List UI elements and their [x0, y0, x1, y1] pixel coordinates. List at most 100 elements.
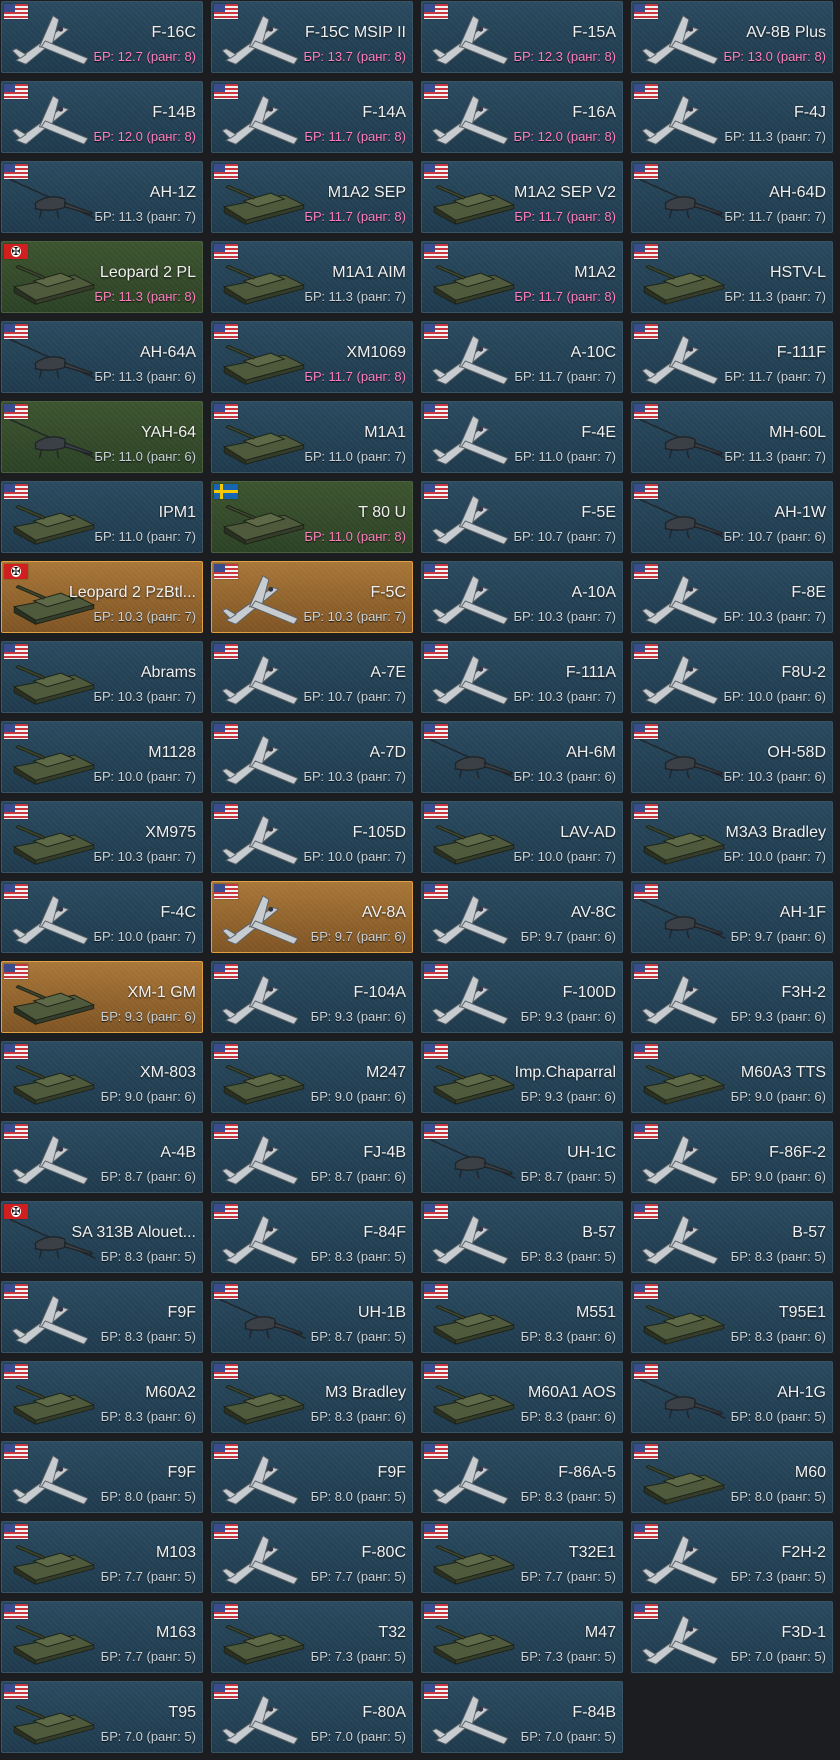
vehicle-card[interactable]: F3D-1 БР: 7.0 (ранг: 5) [631, 1601, 833, 1673]
vehicle-card[interactable]: M1A1 БР: 11.0 (ранг: 7) [211, 401, 413, 473]
usa-flag-icon [634, 324, 658, 339]
vehicle-card[interactable]: AV-8A БР: 9.7 (ранг: 6) [211, 881, 413, 953]
usa-flag-icon [424, 564, 448, 579]
vehicle-card[interactable]: F3H-2 БР: 9.3 (ранг: 6) [631, 961, 833, 1033]
vehicle-card[interactable]: F-111A БР: 10.3 (ранг: 7) [421, 641, 623, 713]
vehicle-card[interactable]: AH-1F БР: 9.7 (ранг: 6) [631, 881, 833, 953]
vehicle-card[interactable]: M247 БР: 9.0 (ранг: 6) [211, 1041, 413, 1113]
vehicle-card[interactable]: AH-1W БР: 10.7 (ранг: 6) [631, 481, 833, 553]
vehicle-card[interactable]: F-84F БР: 8.3 (ранг: 5) [211, 1201, 413, 1273]
usa-flag-icon [214, 1524, 238, 1539]
usa-flag-icon [214, 1124, 238, 1139]
vehicle-card[interactable]: T95E1 БР: 8.3 (ранг: 6) [631, 1281, 833, 1353]
vehicle-card[interactable]: M1A1 AIM БР: 11.3 (ранг: 7) [211, 241, 413, 313]
battle-rating: БР: 8.3 (ранг: 6) [100, 1409, 196, 1424]
vehicle-card[interactable]: B-57 БР: 8.3 (ранг: 5) [631, 1201, 833, 1273]
vehicle-card[interactable]: A-7D БР: 10.3 (ранг: 7) [211, 721, 413, 793]
vehicle-card[interactable]: F-5C БР: 10.3 (ранг: 7) [211, 561, 413, 633]
vehicle-card[interactable]: AH-1G БР: 8.0 (ранг: 5) [631, 1361, 833, 1433]
vehicle-card[interactable]: Leopard 2 PL БР: 11.3 (ранг: 8) [1, 241, 203, 313]
vehicle-card[interactable]: Imp.Chaparral БР: 9.3 (ранг: 6) [421, 1041, 623, 1113]
vehicle-card[interactable]: F-4C БР: 10.0 (ранг: 7) [1, 881, 203, 953]
vehicle-card[interactable]: AV-8B Plus БР: 13.0 (ранг: 8) [631, 1, 833, 73]
vehicle-card[interactable]: AH-64A БР: 11.3 (ранг: 6) [1, 321, 203, 393]
vehicle-card[interactable]: F9F БР: 8.3 (ранг: 5) [1, 1281, 203, 1353]
vehicle-card[interactable]: T95 БР: 7.0 (ранг: 5) [1, 1681, 203, 1753]
vehicle-card[interactable]: YAH-64 БР: 11.0 (ранг: 6) [1, 401, 203, 473]
vehicle-card[interactable]: UH-1C БР: 8.7 (ранг: 5) [421, 1121, 623, 1193]
vehicle-card[interactable]: XM-803 БР: 9.0 (ранг: 6) [1, 1041, 203, 1113]
vehicle-card[interactable]: F-5E БР: 10.7 (ранг: 7) [421, 481, 623, 553]
vehicle-card[interactable]: M103 БР: 7.7 (ранг: 5) [1, 1521, 203, 1593]
vehicle-name: F-86F-2 [769, 1144, 826, 1161]
vehicle-card[interactable]: F-4E БР: 11.0 (ранг: 7) [421, 401, 623, 473]
vehicle-card[interactable]: F-86A-5 БР: 8.3 (ранг: 5) [421, 1441, 623, 1513]
vehicle-card[interactable]: F-14B БР: 12.0 (ранг: 8) [1, 81, 203, 153]
vehicle-card[interactable]: IPM1 БР: 11.0 (ранг: 7) [1, 481, 203, 553]
vehicle-card[interactable]: F-104A БР: 9.3 (ранг: 6) [211, 961, 413, 1033]
vehicle-card[interactable]: MH-60L БР: 11.3 (ранг: 7) [631, 401, 833, 473]
vehicle-card[interactable]: AH-64D БР: 11.7 (ранг: 7) [631, 161, 833, 233]
vehicle-card[interactable]: Leopard 2 PzBtl... БР: 10.3 (ранг: 7) [1, 561, 203, 633]
vehicle-card[interactable]: A-4B БР: 8.7 (ранг: 6) [1, 1121, 203, 1193]
vehicle-card[interactable]: F-100D БР: 9.3 (ранг: 6) [421, 961, 623, 1033]
vehicle-card[interactable]: Abrams БР: 10.3 (ранг: 7) [1, 641, 203, 713]
vehicle-card[interactable]: M1A2 БР: 11.7 (ранг: 8) [421, 241, 623, 313]
vehicle-card[interactable]: M60A2 БР: 8.3 (ранг: 6) [1, 1361, 203, 1433]
usa-flag-icon [424, 1124, 448, 1139]
vehicle-card[interactable]: F-105D БР: 10.0 (ранг: 7) [211, 801, 413, 873]
vehicle-card[interactable]: F-86F-2 БР: 9.0 (ранг: 6) [631, 1121, 833, 1193]
vehicle-card[interactable]: UH-1B БР: 8.7 (ранг: 5) [211, 1281, 413, 1353]
vehicle-card[interactable]: T32E1 БР: 7.7 (ранг: 5) [421, 1521, 623, 1593]
vehicle-card[interactable]: F-8E БР: 10.3 (ранг: 7) [631, 561, 833, 633]
vehicle-card[interactable]: F-84B БР: 7.0 (ранг: 5) [421, 1681, 623, 1753]
vehicle-card[interactable]: A-10C БР: 11.7 (ранг: 7) [421, 321, 623, 393]
vehicle-card[interactable]: HSTV-L БР: 11.3 (ранг: 7) [631, 241, 833, 313]
vehicle-card[interactable]: F-80C БР: 7.7 (ранг: 5) [211, 1521, 413, 1593]
vehicle-card[interactable]: F-16A БР: 12.0 (ранг: 8) [421, 81, 623, 153]
vehicle-card[interactable]: F9F БР: 8.0 (ранг: 5) [211, 1441, 413, 1513]
vehicle-card[interactable]: F-80A БР: 7.0 (ранг: 5) [211, 1681, 413, 1753]
vehicle-card[interactable]: FJ-4B БР: 8.7 (ранг: 6) [211, 1121, 413, 1193]
vehicle-card[interactable]: M1A2 SEP БР: 11.7 (ранг: 8) [211, 161, 413, 233]
vehicle-card[interactable]: T32 БР: 7.3 (ранг: 5) [211, 1601, 413, 1673]
vehicle-card[interactable]: SA 313B Alouet... БР: 8.3 (ранг: 5) [1, 1201, 203, 1273]
vehicle-card[interactable]: M551 БР: 8.3 (ранг: 6) [421, 1281, 623, 1353]
vehicle-card[interactable]: F-4J БР: 11.3 (ранг: 7) [631, 81, 833, 153]
vehicle-card[interactable]: F-16C БР: 12.7 (ранг: 8) [1, 1, 203, 73]
vehicle-card[interactable]: XM-1 GM БР: 9.3 (ранг: 6) [1, 961, 203, 1033]
vehicle-card[interactable]: AH-6M БР: 10.3 (ранг: 6) [421, 721, 623, 793]
vehicle-card[interactable]: M47 БР: 7.3 (ранг: 5) [421, 1601, 623, 1673]
vehicle-card[interactable]: XM975 БР: 10.3 (ранг: 7) [1, 801, 203, 873]
vehicle-card[interactable]: F-14A БР: 11.7 (ранг: 8) [211, 81, 413, 153]
vehicle-card[interactable]: M1A2 SEP V2 БР: 11.7 (ранг: 8) [421, 161, 623, 233]
vehicle-card[interactable]: AH-1Z БР: 11.3 (ранг: 7) [1, 161, 203, 233]
vehicle-name: T32E1 [568, 1544, 616, 1561]
vehicle-card[interactable]: M163 БР: 7.7 (ранг: 5) [1, 1601, 203, 1673]
vehicle-card[interactable]: AV-8C БР: 9.7 (ранг: 6) [421, 881, 623, 953]
usa-flag-icon [214, 964, 238, 979]
vehicle-card[interactable]: XM1069 БР: 11.7 (ранг: 8) [211, 321, 413, 393]
vehicle-card[interactable]: M3A3 Bradley БР: 10.0 (ранг: 7) [631, 801, 833, 873]
vehicle-card[interactable]: F2H-2 БР: 7.3 (ранг: 5) [631, 1521, 833, 1593]
usa-flag-icon [214, 564, 238, 579]
vehicle-card[interactable]: B-57 БР: 8.3 (ранг: 5) [421, 1201, 623, 1273]
vehicle-card[interactable]: OH-58D БР: 10.3 (ранг: 6) [631, 721, 833, 793]
vehicle-card[interactable]: M3 Bradley БР: 8.3 (ранг: 6) [211, 1361, 413, 1433]
vehicle-card[interactable]: A-7E БР: 10.7 (ранг: 7) [211, 641, 413, 713]
vehicle-card[interactable]: F-111F БР: 11.7 (ранг: 7) [631, 321, 833, 393]
vehicle-card[interactable]: F9F БР: 8.0 (ранг: 5) [1, 1441, 203, 1513]
vehicle-card[interactable]: M60A3 TTS БР: 9.0 (ранг: 6) [631, 1041, 833, 1113]
vehicle-card[interactable]: T 80 U БР: 11.0 (ранг: 8) [211, 481, 413, 553]
vehicle-card[interactable]: LAV-AD БР: 10.0 (ранг: 7) [421, 801, 623, 873]
vehicle-name: A-4B [160, 1144, 196, 1161]
battle-rating: БР: 9.7 (ранг: 6) [520, 929, 616, 944]
usa-flag-icon [4, 804, 28, 819]
vehicle-card[interactable]: F8U-2 БР: 10.0 (ранг: 6) [631, 641, 833, 713]
vehicle-card[interactable]: M60A1 AOS БР: 8.3 (ранг: 6) [421, 1361, 623, 1433]
vehicle-card[interactable]: M1128 БР: 10.0 (ранг: 7) [1, 721, 203, 793]
vehicle-card[interactable]: M60 БР: 8.0 (ранг: 5) [631, 1441, 833, 1513]
vehicle-card[interactable]: F-15A БР: 12.3 (ранг: 8) [421, 1, 623, 73]
vehicle-card[interactable]: F-15C MSIP II БР: 13.7 (ранг: 8) [211, 1, 413, 73]
vehicle-card[interactable]: A-10A БР: 10.3 (ранг: 7) [421, 561, 623, 633]
